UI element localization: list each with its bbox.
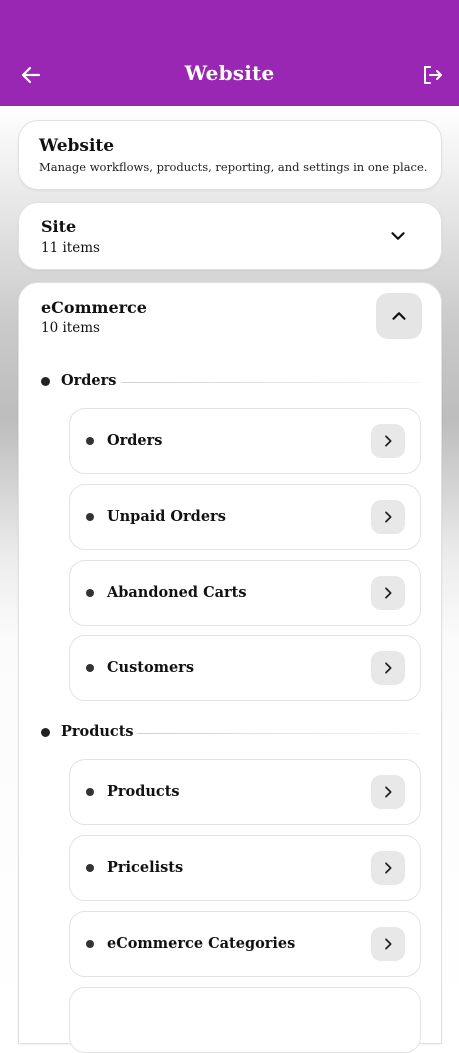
group-divider [121, 382, 421, 383]
collapse-button[interactable] [376, 293, 422, 339]
intro-subtitle: Manage workflows, products, reporting, a… [39, 160, 428, 174]
list-item-products[interactable]: Products [69, 759, 421, 825]
chevron-right-icon[interactable] [371, 424, 405, 458]
list-item-partial[interactable] [69, 987, 421, 1053]
section-count: 11 items [41, 240, 100, 256]
page-title: Website [184, 61, 275, 85]
section-ecommerce: eCommerce 10 items Orders Orders Unpaid … [18, 282, 442, 1053]
item-bullet [86, 940, 94, 948]
group-header-orders: Orders [41, 372, 421, 392]
section-title: Site [41, 217, 77, 236]
group-header-products: Products [41, 723, 421, 743]
group-label: Products [61, 723, 134, 740]
intro-title: Website [39, 136, 115, 156]
group-bullet [41, 377, 50, 386]
item-label: Unpaid Orders [107, 508, 226, 525]
item-label: Orders [107, 432, 163, 449]
group-divider [137, 733, 421, 734]
item-label: Customers [107, 659, 194, 676]
item-label: eCommerce Categories [107, 935, 296, 952]
section-title: eCommerce [41, 298, 147, 317]
list-item-customers[interactable]: Customers [69, 635, 421, 701]
chevron-right-icon[interactable] [371, 775, 405, 809]
item-bullet [86, 589, 94, 597]
list-item-ecommerce-categories[interactable]: eCommerce Categories [69, 911, 421, 977]
item-label: Products [107, 783, 180, 800]
item-bullet [86, 513, 94, 521]
group-label: Orders [61, 372, 117, 389]
item-label: Abandoned Carts [107, 584, 247, 601]
item-bullet [86, 788, 94, 796]
chevron-up-icon [392, 312, 406, 320]
list-item-abandoned-carts[interactable]: Abandoned Carts [69, 560, 421, 626]
chevron-right-icon[interactable] [371, 651, 405, 685]
chevron-right-icon[interactable] [371, 576, 405, 610]
item-bullet [86, 864, 94, 872]
app-header: Website [0, 0, 459, 106]
section-site[interactable]: Site 11 items [18, 202, 442, 270]
logout-icon[interactable] [420, 63, 444, 87]
chevron-right-icon[interactable] [371, 851, 405, 885]
chevron-right-icon[interactable] [371, 927, 405, 961]
section-count: 10 items [41, 320, 100, 336]
list-item-orders[interactable]: Orders [69, 408, 421, 474]
list-item-pricelists[interactable]: Pricelists [69, 835, 421, 901]
chevron-down-icon[interactable] [387, 225, 409, 247]
list-item-unpaid-orders[interactable]: Unpaid Orders [69, 484, 421, 550]
item-label: Pricelists [107, 859, 184, 876]
item-bullet [86, 664, 94, 672]
chevron-right-icon[interactable] [371, 500, 405, 534]
item-bullet [86, 437, 94, 445]
group-bullet [41, 728, 50, 737]
intro-card: Website Manage workflows, products, repo… [18, 120, 442, 190]
